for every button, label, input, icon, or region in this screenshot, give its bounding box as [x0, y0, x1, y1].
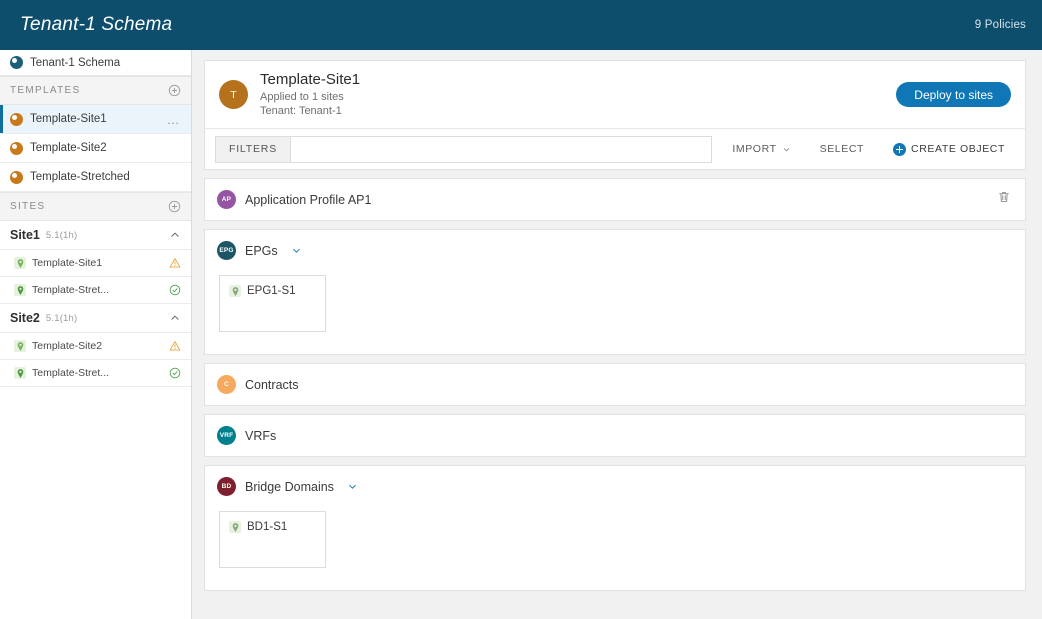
template-avatar: T — [219, 80, 248, 109]
sidebar-section-sites-label: SITES — [10, 201, 46, 212]
sidebar-template-label: Template-Stretched — [30, 171, 130, 183]
sidebar-item-template-stretched[interactable]: Template-Stretched — [0, 163, 191, 192]
add-template-icon[interactable] — [168, 84, 181, 97]
site-version: 5.1(1h) — [45, 229, 78, 241]
location-pin-icon — [229, 521, 241, 533]
create-object-label: CREATE OBJECT — [911, 143, 1005, 155]
vrf-badge-icon: VRF — [217, 426, 236, 445]
warning-icon — [169, 340, 181, 352]
bridge-domains-card-area: BD1-S1 — [205, 507, 1025, 590]
sidebar-template-label: Template-Site2 — [30, 142, 107, 154]
contract-badge-icon: C — [217, 375, 236, 394]
chevron-up-icon[interactable] — [169, 229, 181, 241]
schema-editor-app: Tenant-1 Schema 9 Policies Tenant-1 Sche… — [0, 0, 1042, 619]
check-circle-icon — [169, 284, 181, 296]
sidebar-item-template-site1[interactable]: Template-Site1 … — [0, 105, 191, 134]
epgs-section: EPG EPGs EPG1-S1 — [204, 229, 1026, 355]
plus-icon — [893, 142, 907, 156]
location-pin-icon — [14, 340, 26, 352]
template-title: Template-Site1 — [260, 71, 361, 88]
template-header-panel: T Template-Site1 Applied to 1 sites Tena… — [204, 60, 1026, 170]
sidebar-site-site1[interactable]: Site1 5.1(1h) — [0, 221, 191, 250]
bridge-domain-card[interactable]: BD1-S1 — [219, 511, 326, 568]
add-site-icon[interactable] — [168, 200, 181, 213]
location-pin-icon — [229, 285, 241, 297]
warning-icon — [169, 257, 181, 269]
application-profile-section: AP Application Profile AP1 — [204, 178, 1026, 221]
site-name: Site1 — [10, 228, 40, 242]
site-name: Site2 — [10, 311, 40, 325]
bridge-domain-card-label: BD1-S1 — [247, 521, 288, 533]
select-button[interactable]: SELECT — [814, 142, 870, 156]
sidebar: Tenant-1 Schema TEMPLATES Template-Site1… — [0, 50, 192, 619]
filters-input[interactable] — [290, 135, 713, 163]
template-icon — [10, 112, 23, 126]
sidebar-site-template[interactable]: Template-Stret... — [0, 277, 191, 304]
sidebar-section-templates-label: TEMPLATES — [10, 85, 81, 96]
application-profile-row[interactable]: AP Application Profile AP1 — [205, 179, 1025, 220]
chevron-down-icon[interactable] — [347, 481, 358, 492]
app-body: Tenant-1 Schema TEMPLATES Template-Site1… — [0, 50, 1042, 619]
page-title: Tenant-1 Schema — [20, 14, 173, 35]
template-icon — [10, 141, 23, 155]
deploy-to-sites-button[interactable]: Deploy to sites — [896, 82, 1011, 107]
location-pin-icon — [14, 257, 26, 269]
sidebar-template-label: Template-Site1 — [30, 113, 107, 125]
bridge-domains-section: BD Bridge Domains BD1-S1 — [204, 465, 1026, 591]
filters-bar: FILTERS IMPORT SELECT CREATE OBJECT — [205, 128, 1025, 169]
sidebar-site-template[interactable]: Template-Site2 — [0, 333, 191, 360]
delete-icon[interactable] — [997, 190, 1011, 209]
vrfs-row[interactable]: VRF VRFs — [205, 415, 1025, 456]
sidebar-item-schema[interactable]: Tenant-1 Schema — [0, 50, 191, 76]
template-header: T Template-Site1 Applied to 1 sites Tena… — [205, 61, 1025, 128]
template-overflow-menu-icon[interactable]: … — [167, 113, 182, 126]
application-profile-label: Application Profile AP1 — [245, 192, 372, 207]
vrfs-label: VRFs — [245, 428, 277, 443]
bridge-domains-row[interactable]: BD Bridge Domains — [205, 466, 1025, 507]
site-template-label: Template-Site2 — [32, 340, 103, 352]
site-template-label: Template-Stret... — [32, 284, 110, 296]
contracts-label: Contracts — [245, 377, 299, 392]
filters-label: FILTERS — [215, 135, 290, 163]
policies-count: 9 Policies — [974, 19, 1026, 31]
sidebar-item-template-site2[interactable]: Template-Site2 — [0, 134, 191, 163]
site-template-label: Template-Site1 — [32, 257, 103, 269]
vrfs-section: VRF VRFs — [204, 414, 1026, 457]
bd-badge-icon: BD — [217, 477, 236, 496]
sidebar-site-template[interactable]: Template-Stret... — [0, 360, 191, 387]
main-content: T Template-Site1 Applied to 1 sites Tena… — [192, 50, 1042, 619]
contracts-row[interactable]: C Contracts — [205, 364, 1025, 405]
epg-card-label: EPG1-S1 — [247, 285, 296, 297]
ap-badge-icon: AP — [217, 190, 236, 209]
schema-icon — [10, 56, 23, 69]
template-applied-to: Applied to 1 sites — [260, 91, 344, 103]
template-icon — [10, 170, 23, 184]
template-tenant: Tenant: Tenant-1 — [260, 105, 342, 117]
select-label: SELECT — [819, 143, 865, 155]
sidebar-section-sites: SITES — [0, 192, 191, 221]
chevron-down-icon — [783, 147, 789, 151]
chevron-up-icon[interactable] — [169, 312, 181, 324]
sidebar-site-template[interactable]: Template-Site1 — [0, 250, 191, 277]
site-version: 5.1(1h) — [45, 312, 78, 324]
sidebar-schema-label: Tenant-1 Schema — [30, 56, 121, 69]
location-pin-icon — [14, 367, 26, 379]
contracts-section: C Contracts — [204, 363, 1026, 406]
import-label: IMPORT — [732, 143, 777, 155]
chevron-down-icon[interactable] — [291, 245, 302, 256]
epgs-row[interactable]: EPG EPGs — [205, 230, 1025, 271]
site-template-label: Template-Stret... — [32, 367, 110, 379]
sidebar-site-site2[interactable]: Site2 5.1(1h) — [0, 304, 191, 333]
create-object-button[interactable]: CREATE OBJECT — [887, 142, 1011, 157]
top-bar: Tenant-1 Schema 9 Policies — [0, 0, 1042, 50]
epg-card[interactable]: EPG1-S1 — [219, 275, 326, 332]
check-circle-icon — [169, 367, 181, 379]
bridge-domains-label: Bridge Domains — [245, 479, 334, 494]
import-button[interactable]: IMPORT — [726, 142, 796, 156]
sidebar-section-templates: TEMPLATES — [0, 76, 191, 105]
epgs-label: EPGs — [245, 243, 278, 258]
location-pin-icon — [14, 284, 26, 296]
epgs-card-area: EPG1-S1 — [205, 271, 1025, 354]
epg-badge-icon: EPG — [217, 241, 236, 260]
